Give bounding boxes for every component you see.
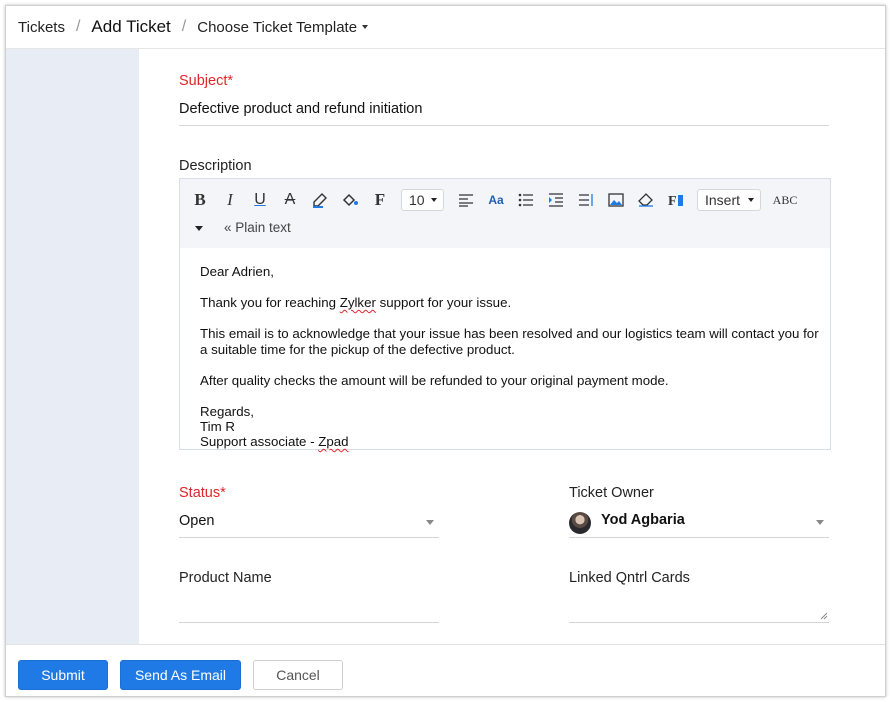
chevron-down-icon bbox=[430, 198, 437, 202]
ticket-owner-select[interactable]: Yod Agbaria bbox=[601, 512, 685, 528]
spellcheck-label: ABC bbox=[772, 192, 798, 207]
insert-menu[interactable]: Insert bbox=[697, 189, 761, 211]
choose-template-label: Choose Ticket Template bbox=[197, 18, 358, 36]
status-label-text: Status bbox=[179, 485, 221, 501]
misspelled-word: Zylker bbox=[339, 295, 376, 310]
line-spacing-button[interactable] bbox=[575, 189, 597, 211]
email-text: support for your issue. bbox=[375, 295, 512, 310]
product-name-input[interactable] bbox=[179, 597, 439, 617]
email-line: Regards, bbox=[200, 404, 254, 419]
pen-icon bbox=[313, 193, 327, 208]
align-left-icon bbox=[459, 194, 473, 207]
bullet-list-icon bbox=[518, 193, 533, 207]
breadcrumb: Tickets / Add Ticket / Choose Ticket Tem… bbox=[6, 6, 885, 49]
insert-image-button[interactable] bbox=[605, 189, 627, 211]
status-label: Status* bbox=[179, 485, 226, 501]
form-footer: Submit Send As Email Cancel bbox=[6, 644, 885, 696]
more-tools-caret-icon[interactable] bbox=[195, 226, 203, 231]
description-label: Description bbox=[179, 158, 252, 174]
image-icon bbox=[608, 193, 624, 207]
subject-underline bbox=[179, 125, 829, 126]
linked-cards-textarea[interactable] bbox=[569, 597, 829, 617]
background-color-button[interactable] bbox=[339, 189, 361, 211]
breadcrumb-separator: / bbox=[181, 18, 187, 35]
description-editor: B I U A F 10 Aa F Insert ABC « Plain tex… bbox=[179, 178, 831, 450]
linked-cards-label: Linked Qntrl Cards bbox=[569, 570, 690, 586]
chevron-down-icon[interactable] bbox=[426, 520, 434, 525]
plain-text-toggle[interactable]: « Plain text bbox=[224, 220, 291, 235]
format-painter-icon: F bbox=[668, 194, 683, 208]
email-line: a suitable time for the pickup of the de… bbox=[200, 342, 515, 357]
bullet-list-button[interactable] bbox=[515, 189, 537, 211]
choose-template-dropdown[interactable]: Choose Ticket Template bbox=[197, 18, 369, 36]
breadcrumb-tickets-link[interactable]: Tickets bbox=[18, 19, 65, 36]
format-painter-button[interactable]: F bbox=[665, 189, 687, 211]
eraser-icon bbox=[638, 193, 653, 207]
clear-format-button[interactable] bbox=[635, 189, 657, 211]
email-text: Support associate - bbox=[200, 434, 319, 449]
submit-button[interactable]: Submit bbox=[18, 660, 108, 690]
font-case-button[interactable]: Aa bbox=[485, 189, 507, 211]
ticket-owner-underline bbox=[569, 537, 829, 538]
paint-bucket-icon bbox=[342, 193, 358, 207]
editor-content[interactable]: Dear Adrien, Thank you for reaching Zylk… bbox=[180, 248, 830, 449]
product-name-label: Product Name bbox=[179, 570, 272, 586]
misspelled-word: Zpad bbox=[318, 434, 349, 449]
status-select[interactable]: Open bbox=[179, 513, 214, 529]
font-family-button[interactable]: F bbox=[369, 189, 391, 211]
status-underline bbox=[179, 537, 439, 538]
left-panel bbox=[6, 49, 139, 644]
linked-cards-underline bbox=[569, 622, 829, 623]
line-spacing-icon bbox=[579, 194, 593, 206]
svg-text:F: F bbox=[668, 194, 677, 208]
italic-button[interactable]: I bbox=[219, 189, 241, 211]
resize-handle-icon[interactable] bbox=[820, 612, 828, 620]
chevron-down-icon[interactable] bbox=[816, 520, 824, 525]
required-mark: * bbox=[220, 485, 226, 501]
email-line: Thank you for reaching Zylker support fo… bbox=[200, 295, 511, 310]
page-title: Add Ticket bbox=[91, 17, 171, 36]
indent-icon bbox=[549, 193, 563, 207]
chevron-down-icon bbox=[362, 25, 369, 29]
insert-label: Insert bbox=[705, 192, 741, 208]
font-case-icon: Aa bbox=[488, 193, 504, 207]
font-size-select[interactable]: 10 bbox=[401, 189, 444, 211]
spellcheck-button[interactable]: ABC bbox=[770, 189, 800, 211]
email-line: Support associate - Zpad bbox=[200, 434, 349, 449]
underline-button[interactable]: U bbox=[249, 189, 271, 211]
email-text: Thank you for reaching bbox=[200, 295, 340, 310]
email-line: Tim R bbox=[200, 419, 235, 434]
send-as-email-button[interactable]: Send As Email bbox=[120, 660, 241, 690]
bold-button[interactable]: B bbox=[189, 189, 211, 211]
subject-label: Subject* bbox=[179, 73, 233, 89]
font-size-value: 10 bbox=[409, 192, 425, 208]
breadcrumb-separator: / bbox=[75, 18, 81, 35]
subject-label-text: Subject bbox=[179, 73, 228, 89]
indent-button[interactable] bbox=[545, 189, 567, 211]
cancel-button[interactable]: Cancel bbox=[253, 660, 343, 690]
strikethrough-button[interactable]: A bbox=[279, 189, 301, 211]
email-greeting: Dear Adrien, bbox=[200, 264, 274, 279]
chevron-down-icon bbox=[748, 198, 755, 202]
add-ticket-window: Tickets / Add Ticket / Choose Ticket Tem… bbox=[5, 5, 886, 697]
text-color-button[interactable] bbox=[309, 189, 331, 211]
email-line: This email is to acknowledge that your i… bbox=[200, 326, 819, 341]
required-mark: * bbox=[227, 73, 234, 89]
subject-input[interactable]: Defective product and refund initiation bbox=[179, 101, 422, 117]
ticket-owner-label: Ticket Owner bbox=[569, 485, 654, 501]
avatar bbox=[569, 512, 591, 534]
product-name-underline bbox=[179, 622, 439, 623]
editor-toolbar: B I U A F 10 Aa F Insert ABC « Plain tex… bbox=[180, 179, 830, 248]
align-button[interactable] bbox=[455, 189, 477, 211]
email-line: After quality checks the amount will be … bbox=[200, 373, 669, 388]
